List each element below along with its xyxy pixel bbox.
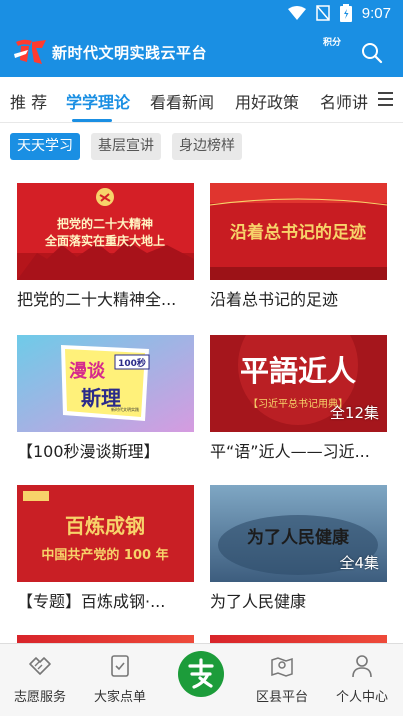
card-title[interactable]: 为了人民健康 (210, 588, 387, 612)
bottom-navigation: 志愿服务 大家点单 区县平台 个人中心 (0, 643, 403, 716)
nav-label: 个人中心 (335, 690, 388, 705)
thumb-text-line1: 把党的二十大精神 (57, 216, 153, 231)
wifi-icon (287, 6, 306, 20)
checklist-icon (111, 655, 129, 677)
card-title[interactable]: 把党的二十大精神全... (17, 286, 194, 310)
episode-count-badge: 全12集 (329, 404, 379, 422)
thumb-text-100s: 100秒 (118, 357, 146, 369)
active-tab-indicator (72, 119, 112, 122)
points-button[interactable]: 积分 (322, 38, 342, 49)
chip-daily-study[interactable]: 天天学习 (10, 133, 80, 160)
card-thumbnail[interactable]: 把党的二十大精神 全面落实在重庆大地上 (17, 183, 194, 280)
thumb-text: 沿着总书记的足迹 (230, 222, 366, 243)
episode-count-badge: 全4集 (339, 554, 379, 572)
nav-profile[interactable]: 个人中心 (322, 644, 402, 705)
video-card[interactable]: 为了人民健康 全4集 为了人民健康 (210, 485, 387, 612)
card-thumbnail[interactable]: 平語近人 【习近平总书记用典】 全12集 (210, 335, 387, 432)
person-icon (352, 655, 372, 678)
tab-lectures[interactable]: 名师讲 (320, 89, 368, 113)
video-card[interactable]: 漫谈 斯理 100秒 新时代文明实践 【100秒漫谈斯理】 (17, 335, 194, 462)
center-logo-icon (188, 658, 214, 689)
tab-recommend[interactable]: 推 荐 (10, 89, 47, 113)
nav-center-home[interactable] (178, 651, 224, 697)
video-card[interactable]: 沿着总书记的足迹 沿着总书记的足迹 (210, 183, 387, 310)
nav-district[interactable]: 区县平台 (242, 644, 322, 705)
no-signal-icon (316, 5, 330, 21)
video-card[interactable]: 平語近人 【习近平总书记用典】 全12集 平“语”近人——习近... (210, 335, 387, 462)
card-title[interactable]: 沿着总书记的足迹 (210, 286, 387, 310)
chip-role-models[interactable]: 身边榜样 (172, 133, 242, 160)
battery-icon (339, 4, 352, 22)
video-card[interactable]: 百炼成钢 中国共产党的 100 年 【专题】百炼成钢·... (17, 485, 194, 612)
menu-icon[interactable] (378, 92, 393, 106)
card-title[interactable]: 【100秒漫谈斯理】 (17, 438, 194, 462)
handshake-icon (29, 657, 51, 675)
card-thumbnail[interactable]: 漫谈 斯理 100秒 新时代文明实践 (17, 335, 194, 432)
nav-label: 大家点单 (93, 690, 146, 705)
category-tabs: 推 荐 学学理论 看看新闻 用好政策 名师讲 (0, 77, 403, 123)
thumb-text-title1: 漫谈 (69, 360, 106, 382)
nav-order[interactable]: 大家点单 (80, 644, 160, 705)
map-pin-icon (271, 657, 293, 677)
status-bar: 9:07 (0, 0, 403, 26)
app-title: 新时代文明实践云平台 (52, 44, 208, 62)
nav-volunteer[interactable]: 志愿服务 (0, 644, 80, 705)
app-header: 新时代文明实践云平台 积分 (0, 26, 403, 77)
video-card[interactable]: 把党的二十大精神 全面落实在重庆大地上 把党的二十大精神全... (17, 183, 194, 310)
card-thumbnail[interactable]: 沿着总书记的足迹 (210, 183, 387, 280)
nav-label: 区县平台 (255, 690, 308, 705)
chip-grassroots[interactable]: 基层宣讲 (91, 133, 161, 160)
thumb-text-line2: 全面落实在重庆大地上 (44, 233, 165, 248)
card-title[interactable]: 平“语”近人——习近... (210, 438, 387, 462)
card-thumbnail[interactable]: 百炼成钢 中国共产党的 100 年 (17, 485, 194, 582)
card-thumbnail[interactable]: 为了人民健康 全4集 (210, 485, 387, 582)
tab-policy[interactable]: 用好政策 (235, 89, 299, 113)
nav-label: 志愿服务 (13, 690, 66, 705)
tab-theory[interactable]: 学学理论 (66, 89, 130, 113)
thumb-text-title: 为了人民健康 (247, 527, 350, 548)
thumb-text-title: 百炼成钢 (65, 514, 145, 538)
tab-news[interactable]: 看看新闻 (150, 89, 214, 113)
status-icons: 9:07 (287, 4, 391, 22)
chongqing-logo-icon[interactable] (12, 36, 50, 68)
subcategory-chips: 天天学习 基层宣讲 身边榜样 (0, 131, 403, 165)
thumb-text-title: 平語近人 (240, 354, 356, 388)
card-title[interactable]: 【专题】百炼成钢·... (17, 588, 194, 612)
status-time: 9:07 (361, 4, 391, 22)
thumb-text-sub: 中国共产党的 100 年 (41, 547, 168, 563)
search-icon[interactable] (361, 42, 383, 64)
thumb-text-small: 新时代文明实践 (111, 406, 139, 412)
